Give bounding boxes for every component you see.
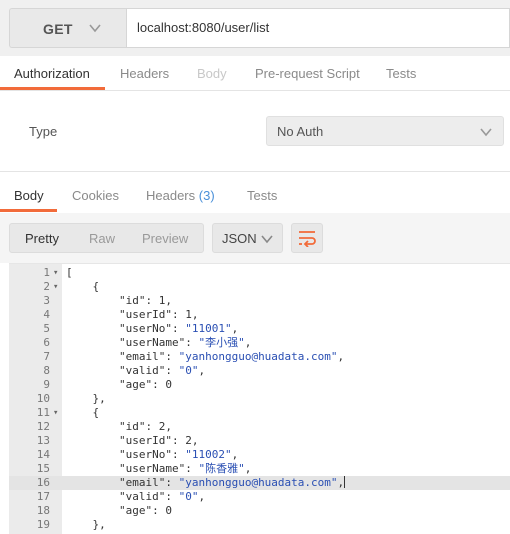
code-text: "age": 0 <box>66 378 172 391</box>
tab-cookies[interactable]: Cookies <box>72 188 119 203</box>
code-text: }, <box>66 518 106 531</box>
auth-type-value: No Auth <box>277 124 324 139</box>
code-line: 4 "userId": 1, <box>9 308 510 322</box>
wrap-lines-button[interactable] <box>291 223 323 253</box>
url-input[interactable]: localhost:8080/user/list <box>126 8 510 48</box>
code-text: }, <box>66 392 106 405</box>
code-line: 3 "id": 1, <box>9 294 510 308</box>
code-text: "id": 1, <box>66 294 172 307</box>
code-line: 11 ▾ { <box>9 406 510 420</box>
response-toolbar: Pretty Raw Preview JSON <box>0 213 510 263</box>
line-number: 19 <box>36 518 50 531</box>
code-line: 12 "id": 2, <box>9 420 510 434</box>
line-number: 5 <box>43 322 50 335</box>
active-tab-indicator <box>0 209 57 212</box>
tab-tests[interactable]: Tests <box>386 66 416 81</box>
request-bar: GET localhost:8080/user/list <box>0 0 510 56</box>
line-number: 1 <box>43 266 50 279</box>
method-select[interactable]: GET <box>9 8 126 48</box>
auth-type-select[interactable]: No Auth <box>266 116 504 146</box>
code-text: "userName": "陈香雅", <box>66 462 252 475</box>
format-label: JSON <box>222 231 257 246</box>
code-line: 2 ▾ { <box>9 280 510 294</box>
code-line: 10 }, <box>9 392 510 406</box>
view-mode-group: Pretty Raw Preview <box>9 223 204 253</box>
view-preview-button[interactable]: Preview <box>142 231 188 246</box>
code-text: "userNo": "11001", <box>66 322 239 335</box>
line-number: 2 <box>43 280 50 293</box>
code-line: 15 "userName": "陈香雅", <box>9 462 510 476</box>
wrap-lines-icon <box>299 231 316 247</box>
auth-type-label: Type <box>29 124 58 139</box>
code-line: 8 "valid": "0", <box>9 364 510 378</box>
code-line: 5 "userNo": "11001", <box>9 322 510 336</box>
line-number: 13 <box>36 434 50 447</box>
line-number: 11 <box>36 406 50 419</box>
line-number: 6 <box>43 336 50 349</box>
line-number: 3 <box>43 294 50 307</box>
line-number: 17 <box>36 490 50 503</box>
tab-response-headers[interactable]: Headers (3) <box>146 188 215 203</box>
format-select[interactable]: JSON <box>212 223 283 253</box>
code-text: "email": "yanhongguo@huadata.com", <box>66 476 346 489</box>
line-number: 12 <box>36 420 50 433</box>
code-text: "userName": "李小强", <box>66 336 252 349</box>
code-text: { <box>66 406 100 419</box>
tab-response-body[interactable]: Body <box>14 188 44 203</box>
request-tabs: Authorization Headers Body Pre-request S… <box>0 56 510 90</box>
line-number: 4 <box>43 308 50 321</box>
view-raw-button[interactable]: Raw <box>89 231 115 246</box>
response-tabs: Body Cookies Headers (3) Tests <box>0 180 510 212</box>
code-line: 16 "email": "yanhongguo@huadata.com", <box>9 476 510 490</box>
code-text: "userNo": "11002", <box>66 448 239 461</box>
code-text: "id": 2, <box>66 420 172 433</box>
tab-authorization[interactable]: Authorization <box>14 66 90 81</box>
code-line: 6 "userName": "李小强", <box>9 336 510 350</box>
fold-toggle-icon[interactable]: ▾ <box>53 280 58 294</box>
chevron-down-icon <box>261 235 273 244</box>
code-text: "userId": 2, <box>66 434 199 447</box>
code-text: "email": "yanhongguo@huadata.com", <box>66 350 345 363</box>
headers-count-badge: (3) <box>198 188 215 203</box>
code-line: 13 "userId": 2, <box>9 434 510 448</box>
line-number: 9 <box>43 378 50 391</box>
view-pretty-button[interactable]: Pretty <box>25 231 59 246</box>
code-line: 19 }, <box>9 518 510 532</box>
url-text: localhost:8080/user/list <box>137 20 270 35</box>
code-line: 14 "userNo": "11002", <box>9 448 510 462</box>
code-line: 18 "age": 0 <box>9 504 510 518</box>
code-line: 7 "email": "yanhongguo@huadata.com", <box>9 350 510 364</box>
line-number: 15 <box>36 462 50 475</box>
chevron-down-icon <box>89 24 101 33</box>
tab-headers[interactable]: Headers <box>120 66 169 81</box>
code-text: "valid": "0", <box>66 364 206 377</box>
code-line: 9 "age": 0 <box>9 378 510 392</box>
code-text: "valid": "0", <box>66 490 206 503</box>
code-line: 1 ▾ [ <box>9 266 510 280</box>
code-text: "userId": 1, <box>66 308 199 321</box>
tab-pre-request-script[interactable]: Pre-request Script <box>255 66 360 81</box>
divider <box>0 171 510 172</box>
tab-response-tests[interactable]: Tests <box>247 188 277 203</box>
line-number: 16 <box>36 476 50 489</box>
tab-response-headers-label: Headers <box>146 188 196 203</box>
line-number: 18 <box>36 504 50 517</box>
chevron-down-icon <box>480 128 492 137</box>
code-text: [ <box>66 266 73 279</box>
code-line: 17 "valid": "0", <box>9 490 510 504</box>
code-text: "age": 0 <box>66 504 172 517</box>
code-text: { <box>66 280 100 293</box>
line-number: 8 <box>43 364 50 377</box>
auth-panel: Type No Auth <box>0 90 510 172</box>
divider <box>0 90 510 91</box>
text-cursor <box>344 476 346 488</box>
line-number: 7 <box>43 350 50 363</box>
line-number: 10 <box>36 392 50 405</box>
line-number: 14 <box>36 448 50 461</box>
fold-toggle-icon[interactable]: ▾ <box>53 266 58 280</box>
method-label: GET <box>43 21 73 37</box>
tab-body[interactable]: Body <box>197 66 227 81</box>
response-body-viewer[interactable]: 1 ▾[2 ▾ {3 "id": 1, 4 "userId": 1, 5 "userNo… <box>9 263 510 534</box>
fold-toggle-icon[interactable]: ▾ <box>53 406 58 420</box>
